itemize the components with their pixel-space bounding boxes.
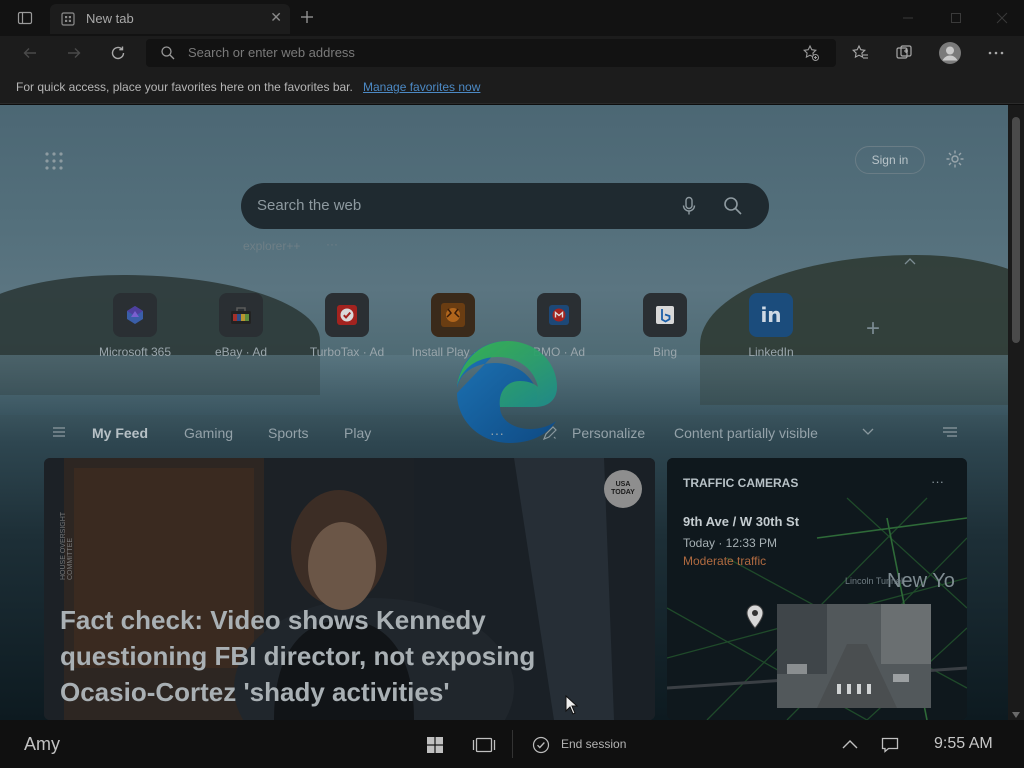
- tab-title: New tab: [86, 11, 134, 26]
- windows-start-icon[interactable]: [424, 734, 446, 756]
- layout-icon[interactable]: [940, 423, 960, 441]
- taskbar-divider: [512, 730, 513, 758]
- news-headline[interactable]: Fact check: Video shows Kennedy question…: [60, 602, 580, 710]
- tile-label: Microsoft 365: [98, 345, 172, 359]
- ebay-icon: [219, 293, 263, 337]
- manage-favorites-link[interactable]: Manage favorites now: [363, 80, 480, 94]
- bing-icon: [643, 293, 687, 337]
- linkedin-icon: in: [749, 293, 793, 337]
- scrollbar-thumb[interactable]: [1012, 117, 1020, 343]
- feed-menu-icon[interactable]: [50, 423, 68, 441]
- publisher-badge: USA TODAY: [604, 470, 642, 508]
- mouse-cursor-icon: [565, 694, 579, 720]
- traffic-cameras-title: TRAFFIC CAMERAS: [683, 476, 799, 490]
- favorites-bar: For quick access, place your favorites h…: [0, 70, 1024, 104]
- chevron-down-icon[interactable]: [858, 425, 878, 439]
- turbotax-icon: [325, 293, 369, 337]
- traffic-camera-snapshot[interactable]: [777, 604, 931, 708]
- quick-link-bing[interactable]: Bing: [620, 293, 710, 359]
- traffic-time: Today · 12:33 PM: [683, 536, 778, 550]
- page-scrollbar[interactable]: [1008, 105, 1024, 720]
- session-user-name: Amy: [24, 734, 60, 754]
- window-close-icon[interactable]: [990, 8, 1014, 28]
- news-card-main[interactable]: HOUSE OVERSIGHT COMMITTEE USA TODAY Fact…: [44, 458, 655, 720]
- quick-link-linkedin[interactable]: in LinkedIn: [726, 293, 816, 359]
- personalize-icon[interactable]: [540, 423, 560, 443]
- add-favorite-icon[interactable]: [802, 44, 820, 67]
- task-view-icon[interactable]: [470, 734, 498, 756]
- publisher-badge-text: USA TODAY: [611, 481, 635, 496]
- browser-toolbar: [0, 36, 1024, 70]
- tab-play[interactable]: Play: [344, 425, 371, 441]
- settings-gear-icon[interactable]: [943, 147, 967, 171]
- quick-link-turbotax[interactable]: TurboTax · Ad: [302, 293, 392, 359]
- content-visibility-dropdown[interactable]: Content partially visible: [674, 425, 818, 441]
- refresh-icon[interactable]: [106, 42, 130, 64]
- tab-bar: New tab ✕: [0, 0, 1024, 36]
- chevron-up-icon[interactable]: [900, 253, 920, 269]
- tile-label: Bing: [652, 345, 678, 359]
- search-suggestion[interactable]: explorer++: [243, 239, 300, 253]
- tab-gaming[interactable]: Gaming: [184, 425, 233, 441]
- tab-sports[interactable]: Sports: [268, 425, 308, 441]
- plus-icon[interactable]: [296, 6, 318, 28]
- tile-label: LinkedIn: [748, 345, 794, 359]
- close-icon[interactable]: ✕: [270, 9, 282, 26]
- back-icon[interactable]: [18, 42, 42, 64]
- search-icon: [160, 45, 176, 66]
- favorites-icon[interactable]: [848, 42, 872, 64]
- profile-icon[interactable]: [936, 40, 964, 66]
- clock: 9:55 AM: [934, 735, 993, 752]
- sign-in-button[interactable]: Sign in: [855, 146, 925, 174]
- microphone-icon[interactable]: [681, 196, 697, 221]
- tile-label: eBay · Ad: [214, 345, 268, 359]
- address-bar[interactable]: [146, 39, 836, 67]
- web-search-box[interactable]: [241, 183, 769, 229]
- notification-icon[interactable]: [878, 734, 902, 756]
- apps-launcher-icon[interactable]: [42, 149, 66, 173]
- web-search-input[interactable]: [257, 197, 657, 214]
- taskbar: Amy End session 9:55 AM: [0, 720, 1024, 768]
- tab-new-tab[interactable]: New tab ✕: [50, 4, 290, 34]
- favorites-bar-message: For quick access, place your favorites h…: [16, 80, 353, 94]
- end-session-button[interactable]: End session: [561, 737, 626, 751]
- personalize-button[interactable]: Personalize: [572, 425, 645, 441]
- check-circle-icon[interactable]: [530, 734, 552, 756]
- map-small-label: Lincoln Tunnel: [845, 576, 904, 586]
- maximize-icon[interactable]: [944, 8, 968, 28]
- more-icon[interactable]: [984, 42, 1008, 64]
- newtab-page-icon: [60, 11, 76, 32]
- minimize-icon[interactable]: [896, 8, 920, 28]
- photo-credit-caption: HOUSE OVERSIGHT COMMITTEE: [60, 512, 74, 580]
- bmo-icon: [537, 293, 581, 337]
- search-suggestion-more[interactable]: ···: [326, 237, 338, 251]
- add-quick-link-button[interactable]: +: [866, 315, 880, 343]
- traffic-location: 9th Ave / W 30th St: [683, 514, 800, 529]
- quick-link-ebay[interactable]: eBay · Ad: [196, 293, 286, 359]
- play-icon: [431, 293, 475, 337]
- address-input[interactable]: [188, 45, 748, 60]
- traffic-cameras-card[interactable]: TRAFFIC CAMERAS ··· 9th Ave / W 30th St …: [667, 458, 967, 720]
- traffic-status: Moderate traffic: [683, 554, 767, 568]
- forward-icon[interactable]: [62, 42, 86, 64]
- tab-actions-icon[interactable]: [14, 8, 36, 28]
- chevron-up-icon[interactable]: [840, 736, 860, 752]
- quick-link-microsoft365[interactable]: Microsoft 365: [90, 293, 180, 359]
- feed-more-button[interactable]: ···: [490, 425, 504, 441]
- linkedin-logo: in: [760, 303, 782, 327]
- tile-label: TurboTax · Ad: [309, 345, 385, 359]
- tab-my-feed[interactable]: My Feed: [92, 425, 148, 441]
- microsoft365-icon: [113, 293, 157, 337]
- map-pin-icon: [745, 604, 765, 635]
- collections-icon[interactable]: [892, 42, 916, 64]
- new-tab-page: Sign in explorer++ ··· Microsoft 365 eBa…: [0, 105, 1008, 720]
- card-more-button[interactable]: ···: [931, 474, 944, 489]
- search-icon[interactable]: [723, 196, 743, 221]
